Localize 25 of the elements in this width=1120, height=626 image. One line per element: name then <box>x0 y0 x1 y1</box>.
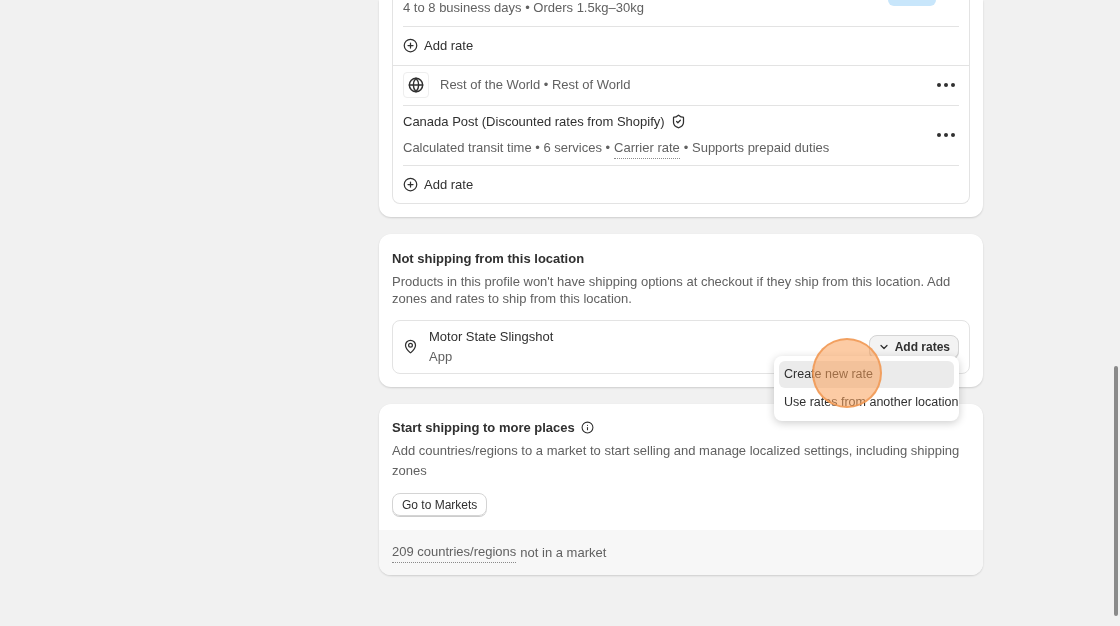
shield-check-icon <box>670 113 686 129</box>
carrier-detail: Calculated transit time • 6 services • <box>403 139 611 157</box>
section-description: Add countries/regions to a market to start selling and manage localized settings, including shipping zones <box>392 442 961 480</box>
section-title: Not shipping from this location <box>392 250 586 268</box>
add-rates-button[interactable]: Add rates <box>868 334 959 359</box>
add-icon <box>403 176 418 192</box>
go-to-markets-button[interactable]: Go to Markets <box>392 493 488 516</box>
location-name: Motor State Slingshot <box>429 328 555 346</box>
footer-text: not in a market <box>520 543 607 562</box>
scrollbar[interactable] <box>1114 366 1118 616</box>
location-pin-icon <box>403 339 418 354</box>
location-subtitle: App <box>429 347 454 366</box>
carrier-name: Canada Post (Discounted rates from Shopify) <box>403 112 665 131</box>
countries-link[interactable]: 209 countries/regions <box>392 542 517 563</box>
carrier-rate-link[interactable]: Carrier rate <box>614 138 680 159</box>
zone-name: Rest of the World • Rest of World <box>440 76 632 95</box>
add-rate-button[interactable]: Add rate <box>403 174 474 194</box>
globe-icon <box>403 72 429 98</box>
section-title: Start shipping to more places <box>392 418 575 437</box>
carrier-detail: • Supports prepaid duties <box>683 139 830 157</box>
add-rate-button[interactable]: Add rate <box>403 36 474 56</box>
add-icon <box>403 38 418 54</box>
section-description: Products in this profile won't have shipping options at checkout if they ship from this location. Add zones and rates to ship from this location. <box>392 272 952 307</box>
rate-detail: 4 to 8 business days • Orders 1.5kg–30kg <box>403 0 644 15</box>
info-icon <box>580 420 594 434</box>
